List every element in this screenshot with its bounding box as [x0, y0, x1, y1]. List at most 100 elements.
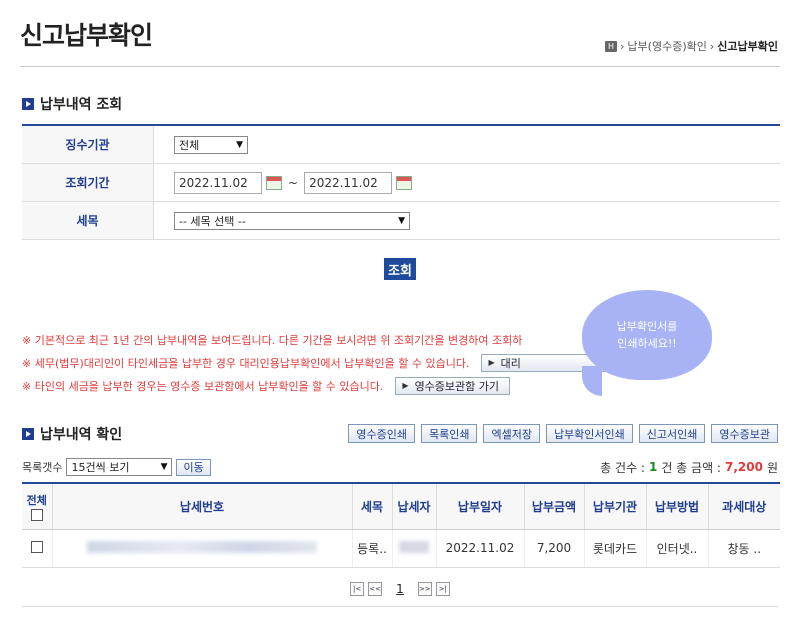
page-title: 신고납부확인	[20, 21, 153, 50]
col-select-all: 전체	[22, 483, 53, 530]
date-from-input[interactable]: 2022.11.02	[174, 171, 262, 194]
move-button[interactable]: 이동	[176, 458, 211, 476]
total-count: 1	[648, 460, 658, 474]
chevron-down-icon: ▼	[236, 139, 243, 150]
proxy-payment-button-label: 대리	[500, 356, 521, 370]
date-to-input[interactable]: 2022.11.02	[304, 171, 393, 194]
notice-item: ※ 세무(법무)대리인이 타인세금을 납부한 경우 대리인용납부확인에서 납부확…	[22, 351, 636, 374]
page-number-current[interactable]: 1	[396, 582, 404, 596]
agency-label: 징수기관	[22, 126, 154, 163]
period-label: 조회기간	[22, 164, 154, 201]
last-page-icon[interactable]: >|	[435, 582, 450, 596]
annotation-line: 인쇄하세요!!	[617, 337, 677, 350]
payment-date-cell: 2022.11.02	[436, 529, 525, 568]
breadcrumb-item-current: 신고납부확인	[717, 40, 778, 53]
next-page-icon[interactable]: >>	[417, 582, 432, 596]
results-table: 전체 납세번호 세목 납세자 납부일자 납부금액 납부기관 납부방법 과세대상 …	[22, 482, 780, 568]
receipt-box-button-label: 영수증보관함 가기	[414, 379, 500, 393]
page-size-value: 15건씩 보기	[71, 461, 130, 474]
notice-list: ※ 기본적으로 최근 1년 간의 납부내역을 보여드립니다. 다른 기간을 보시…	[22, 328, 636, 397]
col-payment-amount: 납부금액	[524, 483, 585, 530]
calendar-icon[interactable]	[266, 175, 282, 190]
payment-agency-cell: 롯데카드	[584, 529, 647, 568]
tax-number-cell[interactable]	[52, 529, 353, 568]
col-taxpayer: 납세자	[392, 483, 437, 530]
tax-label: 세목	[22, 202, 154, 239]
bottom-divider	[22, 606, 778, 607]
query-section-title: 납부내역 조회	[22, 94, 122, 114]
total-amount: 7,200	[724, 460, 763, 474]
select-all-checkbox[interactable]	[30, 508, 43, 521]
notice-item: ※ 타인의 세금을 납부한 경우는 영수증 보관함에서 납부확인을 할 수 있습…	[22, 374, 635, 397]
chevron-down-icon: ▼	[160, 462, 168, 472]
print-report-button[interactable]: 신고서인쇄	[638, 424, 706, 443]
section-arrow-icon	[22, 428, 34, 440]
page-size-label: 목록갯수	[22, 461, 63, 474]
notice-item: ※ 기본적으로 최근 1년 간의 납부내역을 보여드립니다. 다른 기간을 보시…	[22, 328, 635, 351]
pagination: |< << 1 >> >|	[0, 582, 800, 596]
col-tax-target: 과세대상	[708, 483, 780, 530]
payment-amount-cell: 7,200	[524, 529, 585, 568]
receipt-box-button[interactable]: ▶ 영수증보관함 가기	[395, 376, 511, 395]
results-section-title: 납부내역 확인	[22, 424, 122, 444]
home-icon[interactable]: H	[605, 40, 618, 52]
notice-text: ※ 타인의 세금을 납부한 경우는 영수증 보관함에서 납부확인을 할 수 있습…	[22, 379, 384, 393]
table-row[interactable]: 등록.. 2022.11.02 7,200 롯데카드 인터넷.. 창동 ..	[22, 529, 780, 568]
payment-method-cell: 인터넷..	[646, 529, 709, 568]
col-tax-item: 세목	[352, 483, 393, 530]
col-payment-agency: 납부기관	[584, 483, 647, 530]
taxpayer-cell	[392, 529, 437, 568]
row-checkbox[interactable]	[30, 540, 43, 553]
results-meta: 목록갯수 15건씩 보기 ▼ 이동 총 건수 : 1 건 총 금액 : 7,20…	[22, 456, 778, 478]
tax-select-value: -- 세목 선택 --	[179, 214, 246, 228]
tax-target-cell: 창동 ..	[708, 529, 780, 568]
total-amount-label: 건 총 금액 :	[661, 460, 721, 475]
row-select-cell	[22, 529, 53, 568]
query-section-label: 납부내역 조회	[40, 97, 123, 113]
total-count-label: 총 건수 :	[600, 460, 645, 475]
col-payment-date: 납부일자	[436, 483, 525, 530]
agency-select[interactable]: 전체 ▼	[174, 135, 248, 154]
print-payment-confirmation-button[interactable]: 납부확인서인쇄	[545, 424, 633, 443]
notice-text: ※ 세무(법무)대리인이 타인세금을 납부한 경우 대리인용납부확인에서 납부확…	[22, 356, 470, 370]
col-payment-method: 납부방법	[646, 483, 709, 530]
prev-page-icon[interactable]: <<	[368, 582, 383, 596]
print-list-button[interactable]: 목록인쇄	[420, 424, 478, 443]
breadcrumb: H › 납부(영수증)확인 › 신고납부확인	[605, 38, 778, 54]
redacted-tax-number	[87, 540, 317, 553]
breadcrumb-separator: ›	[709, 39, 715, 53]
query-form: 징수기관 전체 ▼ 조회기간 2022.11.02 ~ 2022.11.02 세…	[22, 124, 780, 240]
play-icon: ▶	[402, 381, 409, 390]
breadcrumb-item-receipt[interactable]: 납부(영수증)확인	[627, 38, 706, 54]
title-divider	[20, 66, 780, 67]
annotation-bubble: 납부확인서를 인쇄하세요!!	[582, 290, 712, 380]
chevron-down-icon: ▼	[398, 215, 405, 226]
breadcrumb-separator: ›	[620, 39, 625, 53]
excel-save-button[interactable]: 엑셀저장	[483, 424, 540, 443]
col-tax-number: 납세번호	[52, 483, 353, 530]
section-arrow-icon	[22, 98, 34, 110]
search-button[interactable]: 조회	[384, 258, 416, 280]
receipt-storage-button[interactable]: 영수증보관	[711, 424, 778, 443]
results-section-label: 납부내역 확인	[40, 427, 123, 443]
play-icon: ▶	[488, 358, 495, 367]
date-range-separator: ~	[288, 175, 299, 190]
tax-select[interactable]: -- 세목 선택 -- ▼	[174, 211, 410, 230]
annotation-line: 납부확인서를	[616, 320, 678, 333]
table-header-row: 전체 납세번호 세목 납세자 납부일자 납부금액 납부기관 납부방법 과세대상	[22, 483, 780, 530]
redacted-taxpayer	[399, 540, 429, 553]
first-page-icon[interactable]: |<	[350, 582, 365, 596]
currency-label: 원	[766, 460, 778, 475]
agency-select-value: 전체	[179, 138, 200, 152]
agency-row: 징수기관 전체 ▼	[22, 126, 780, 164]
select-all-label: 전체	[26, 493, 47, 507]
calendar-icon[interactable]	[396, 175, 413, 190]
period-row: 조회기간 2022.11.02 ~ 2022.11.02	[22, 164, 780, 202]
tax-row: 세목 -- 세목 선택 -- ▼	[22, 202, 780, 240]
print-receipt-button[interactable]: 영수증인쇄	[348, 424, 415, 443]
tax-item-cell: 등록..	[352, 529, 393, 568]
notice-text: ※ 기본적으로 최근 1년 간의 납부내역을 보여드립니다. 다른 기간을 보시…	[22, 333, 523, 347]
results-toolbar: 영수증인쇄 목록인쇄 엑셀저장 납부확인서인쇄 신고서인쇄 영수증보관	[348, 424, 778, 443]
page-size-select[interactable]: 15건씩 보기 ▼	[66, 458, 173, 476]
results-summary: 총 건수 : 1 건 총 금액 : 7,200 원	[600, 459, 778, 476]
